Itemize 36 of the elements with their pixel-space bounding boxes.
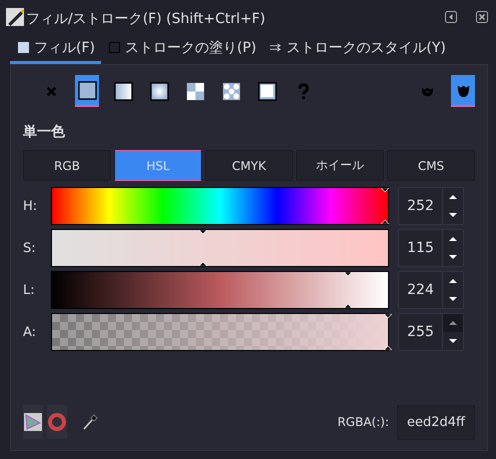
spin-field[interactable]: 252 [398,187,464,225]
color-wheel-icon[interactable] [47,405,67,439]
spin-field[interactable]: 115 [398,229,464,267]
close-icon[interactable] [476,11,488,23]
channel-label: H: [23,198,38,214]
channel-label: L: [23,282,36,298]
color-slider[interactable] [51,229,389,267]
color-slider[interactable] [51,271,389,309]
mode-tab[interactable]: CMS [387,150,475,181]
slider-thumb[interactable] [342,272,353,308]
arrows-icon [270,42,282,53]
mode-tab[interactable]: CMYK [205,150,293,181]
slider-thumb[interactable] [383,314,393,350]
tab[interactable]: ストロークの塗り(P) [100,34,262,64]
tab[interactable]: ストロークのスタイル(Y) [262,34,452,64]
paint-type-button[interactable] [75,75,99,107]
slider-thumb[interactable] [198,230,208,266]
slider-thumb[interactable] [380,188,390,224]
rgba-label: RGBA(:): [337,415,389,429]
stroke-swatch-icon [108,42,120,53]
mode-tab[interactable]: RGB [23,150,111,181]
window-title: フィル/ストローク(F) (Shift+Ctrl+F) [26,10,266,28]
paint-label: 単一色 [23,123,66,141]
eyedropper-icon[interactable] [81,413,99,431]
fill-swatch-icon [18,42,29,53]
fill-rule-button[interactable] [451,75,475,107]
rgba-field[interactable]: eed2d4ff [397,404,475,440]
channel-label: A: [23,324,38,340]
color-slider[interactable] [51,187,389,225]
mode-tab[interactable]: ホイール [296,150,384,181]
color-gamut-icon[interactable] [23,405,43,439]
pen-icon [6,8,24,26]
channel-label: S: [23,240,37,256]
spin-field[interactable]: 255 [398,313,464,351]
collapse-icon[interactable] [445,11,457,23]
spin-field[interactable]: 224 [398,271,464,309]
